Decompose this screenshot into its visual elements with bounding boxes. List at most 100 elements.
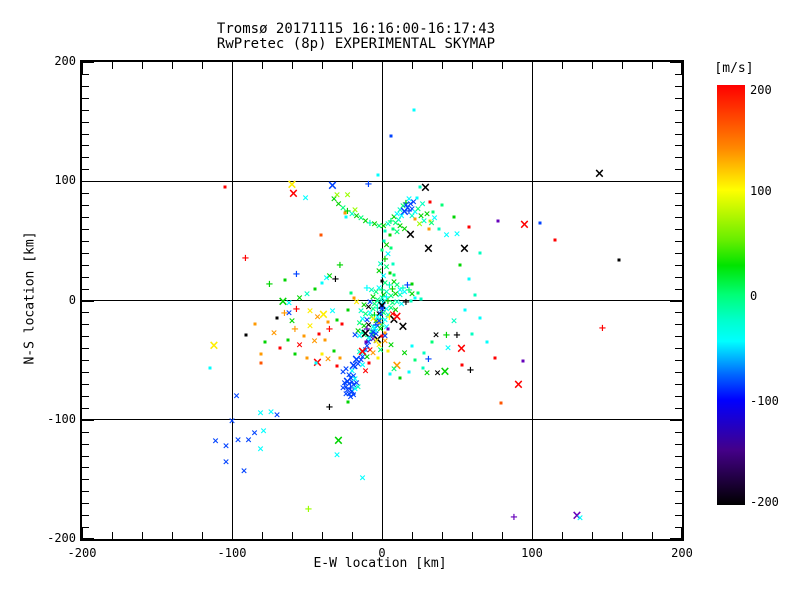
axis-tick [82, 515, 89, 517]
scatter-point [391, 262, 394, 266]
axis-tick [675, 169, 682, 171]
axis-tick [322, 62, 323, 69]
axis-tick [82, 228, 89, 230]
scatter-point [496, 219, 499, 223]
axis-tick [675, 109, 682, 111]
axis-tick [502, 62, 503, 69]
axis-tick [82, 538, 94, 539]
scatter-point [346, 308, 349, 312]
scatter-point [389, 246, 393, 250]
axis-tick [82, 407, 89, 409]
axis-tick [82, 276, 89, 278]
axis-tick [442, 532, 443, 539]
axis-tick [82, 62, 83, 74]
scatter-point: × [352, 297, 361, 308]
scatter-point: × [444, 343, 452, 354]
scatter-point: + [331, 274, 340, 286]
scatter-point: + [452, 330, 462, 342]
colorbar [717, 85, 745, 505]
axis-tick [675, 479, 682, 481]
scatter-point [388, 271, 391, 275]
scatter-point: + [292, 304, 301, 316]
scatter-point: × [324, 354, 332, 365]
axis-tick [675, 395, 682, 397]
axis-tick [82, 252, 89, 254]
scatter-point: × [519, 217, 530, 233]
scatter-point [332, 349, 336, 353]
axis-tick [442, 62, 443, 69]
scatter-point: × [400, 224, 409, 235]
axis-tick [472, 532, 473, 539]
y-axis-label: N-S location [km] [22, 231, 38, 365]
y-tick-label: 200 [54, 54, 76, 68]
scatter-point [412, 108, 415, 112]
scatter-point: × [288, 186, 299, 202]
scatter-point: × [256, 444, 265, 455]
axis-tick [675, 73, 682, 75]
colorbar-tick-label: -200 [750, 495, 779, 509]
scatter-point [485, 340, 489, 344]
scatter-point [386, 327, 390, 331]
axis-tick [82, 312, 89, 314]
plot-subtitle: RwPretec (8p) EXPERIMENTAL SKYMAP [216, 36, 496, 52]
scatter-point [352, 296, 355, 300]
axis-tick [82, 419, 94, 421]
axis-tick [82, 264, 89, 266]
scatter-point: + [325, 324, 334, 336]
scatter-point [440, 203, 444, 207]
scatter-point: + [466, 364, 475, 376]
scatter-point [380, 279, 384, 283]
scatter-point: × [391, 309, 403, 325]
scatter-point: × [453, 229, 461, 240]
scatter-point [418, 185, 421, 189]
axis-tick [82, 205, 89, 207]
scatter-point: × [513, 377, 524, 393]
scatter-point [263, 340, 267, 344]
scatter-point: + [290, 324, 300, 336]
scatter-point [335, 318, 339, 322]
scatter-point: × [301, 193, 310, 204]
axis-tick [675, 97, 682, 99]
scatter-point: × [376, 345, 385, 356]
colorbar-tick-label: 0 [750, 289, 758, 303]
scatter-point: × [418, 199, 427, 210]
scatter-point [367, 361, 370, 364]
axis-tick [262, 62, 263, 69]
scatter-point: × [244, 435, 253, 446]
scatter-point [470, 332, 474, 336]
axis-tick [670, 538, 682, 539]
axis-tick [232, 62, 233, 74]
axis-tick [382, 527, 383, 539]
scatter-point: × [375, 266, 383, 277]
scatter-point [343, 211, 346, 215]
axis-tick [675, 467, 682, 469]
scatter-point: × [256, 408, 265, 419]
scatter-point: + [325, 401, 334, 413]
axis-tick [292, 532, 293, 539]
axis-tick [82, 169, 89, 171]
scatter-point: + [598, 323, 607, 335]
scatter-point: × [402, 200, 410, 211]
axis-tick [82, 300, 94, 302]
axis-tick [82, 467, 89, 469]
axis-tick [675, 288, 682, 290]
y-tick-label: -200 [47, 531, 76, 545]
axis-tick [82, 372, 89, 374]
scatter-point: × [442, 230, 451, 241]
axis-tick [675, 157, 682, 159]
axis-tick [82, 217, 89, 219]
axis-tick [675, 372, 682, 374]
scatter-point [388, 372, 391, 376]
scatter-point [253, 322, 256, 326]
scatter-point: + [509, 511, 519, 523]
axis-tick [262, 532, 263, 539]
scatter-point: × [327, 178, 338, 194]
axis-tick [322, 532, 323, 539]
axis-tick [202, 62, 203, 69]
axis-tick [82, 109, 89, 111]
axis-tick [592, 532, 593, 539]
scatter-point [319, 233, 322, 237]
scatter-point [467, 225, 471, 229]
scatter-point [392, 273, 396, 277]
scatter-point [383, 229, 387, 233]
